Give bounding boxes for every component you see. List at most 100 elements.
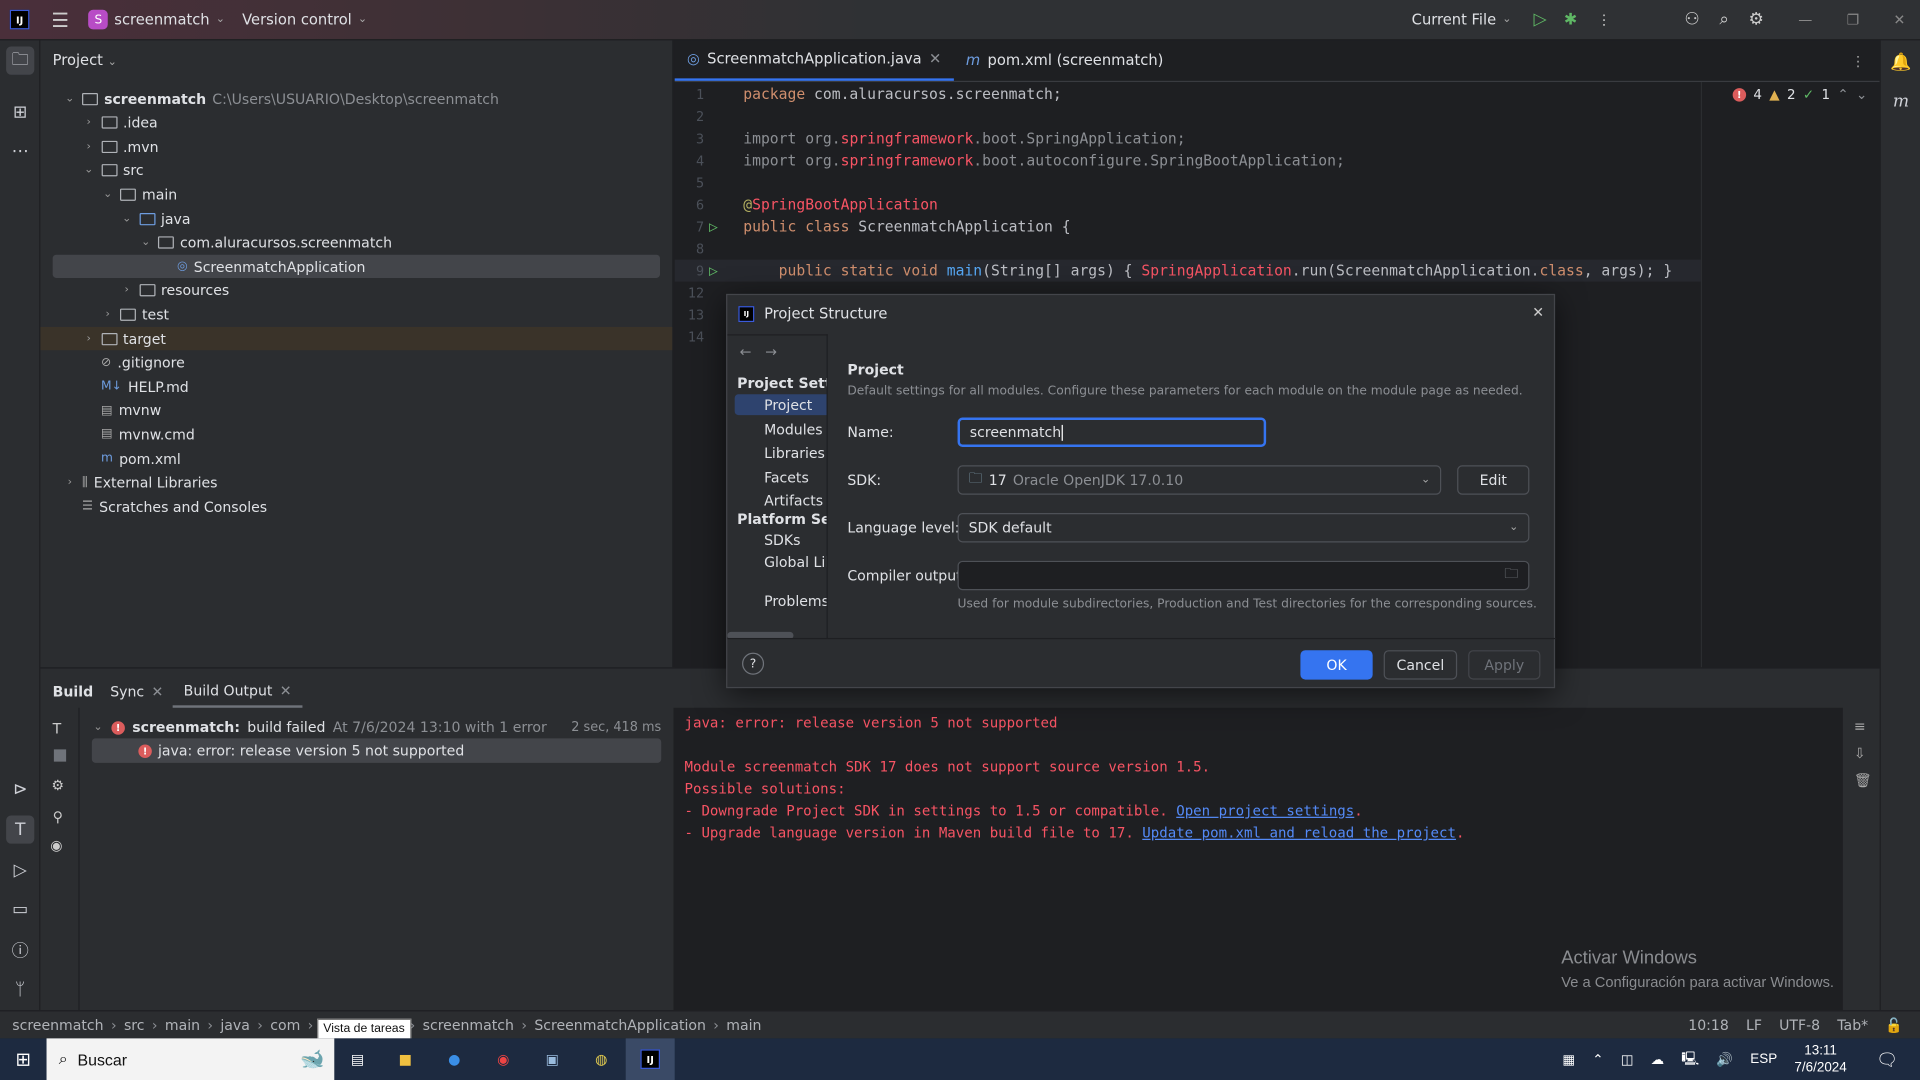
taskbar-search[interactable]: ⌕ Buscar 🐋 (46, 1038, 335, 1080)
run-icon[interactable]: ▷ (1534, 10, 1547, 30)
stop-icon[interactable] (53, 749, 67, 762)
indent-setting[interactable]: Tab* (1837, 1016, 1868, 1033)
tab-sync[interactable]: Sync ✕ (110, 676, 163, 708)
settings-icon[interactable]: ⚙ (1749, 10, 1764, 30)
forward-icon[interactable]: → (765, 343, 777, 360)
compiler-output-input[interactable]: 🗀 (957, 560, 1530, 591)
build-tool-icon[interactable]: T (6, 815, 35, 844)
code-text[interactable]: @SpringBootApplication (743, 196, 938, 213)
tree-item[interactable]: ⌄ com.aluracursos.screenmatch (53, 231, 660, 254)
intellij-logo-icon[interactable]: IJ (9, 9, 30, 30)
close-tab-icon[interactable]: ✕ (151, 683, 163, 700)
build-error-row[interactable]: ! java: error: release version 5 not supp… (91, 738, 662, 763)
network-icon[interactable]: 🖳 (1681, 1048, 1699, 1071)
close-tab-icon[interactable]: ✕ (280, 682, 292, 699)
code-text[interactable]: import org.springframework.boot.autoconf… (743, 152, 1345, 169)
tree-item[interactable]: ⌄ screenmatch C:\Users\USUARIO\Desktop\scr… (53, 87, 660, 110)
clock[interactable]: 13:11 7/6/2024 (1794, 1042, 1846, 1076)
chevron-down-icon[interactable]: ⌄ (83, 164, 95, 176)
close-window-button[interactable]: ✕ (1894, 11, 1906, 28)
code-text[interactable]: public class ScreenmatchApplication { (743, 218, 1070, 235)
tree-item[interactable]: › ⫼ External Libraries (53, 471, 660, 494)
file-explorer-icon[interactable]: ■ (381, 1051, 430, 1068)
nav-project[interactable]: Project (764, 397, 812, 414)
main-menu-icon[interactable]: ☰ (51, 8, 69, 31)
update-pom-link[interactable]: Update pom.xml and reload the project (1142, 824, 1456, 841)
minimize-button[interactable]: — (1798, 11, 1812, 28)
nav-artifacts[interactable]: Artifacts (764, 492, 823, 509)
nav-problems[interactable]: Problems (764, 593, 826, 610)
name-input[interactable]: screenmatch (957, 417, 1267, 447)
breadcrumb-item[interactable]: main (165, 1016, 200, 1033)
input-language[interactable]: ESP (1750, 1052, 1777, 1067)
code-text[interactable]: import org.springframework.boot.SpringAp… (743, 130, 1185, 147)
tray-expand-icon[interactable]: ⌃ (1592, 1051, 1603, 1067)
file-encoding[interactable]: UTF-8 (1779, 1016, 1820, 1033)
chevron-right-icon[interactable]: › (102, 308, 114, 320)
chrome-icon[interactable]: ◉ (479, 1051, 528, 1068)
prev-highlight-icon[interactable]: ⌃ (1837, 87, 1848, 103)
caret-position[interactable]: 10:18 (1688, 1016, 1729, 1033)
code-text[interactable]: package com.aluracursos.screenmatch; (743, 86, 1061, 103)
nav-global-libraries[interactable]: Global Libraries (764, 553, 826, 570)
services-icon[interactable]: ⊳ (6, 775, 34, 803)
vcs-menu[interactable]: Version control ⌄ (242, 11, 367, 28)
tree-item[interactable]: m pom.xml (53, 447, 660, 470)
breadcrumb-item[interactable]: java (220, 1016, 250, 1033)
run-gutter-icon[interactable]: ▷ (709, 218, 718, 235)
view-options-icon[interactable]: ◉ (50, 836, 62, 853)
run-tool-icon[interactable]: ▷ (6, 856, 34, 884)
more-icon[interactable]: ⋮ (1597, 11, 1611, 28)
project-panel-title[interactable]: Project ⌄ (53, 51, 117, 68)
next-highlight-icon[interactable]: ⌄ (1856, 87, 1867, 103)
pin-icon[interactable]: ⚲ (53, 808, 63, 825)
code-text[interactable]: public static void main(String[] args) {… (743, 262, 1673, 279)
close-dialog-button[interactable]: ✕ (1532, 304, 1544, 321)
more-tools-icon[interactable]: ⋯ (6, 137, 34, 165)
breadcrumb-item[interactable]: ScreenmatchApplication (534, 1016, 706, 1033)
sdk-dropdown[interactable]: 🗀 17 Oracle OpenJDK 17.0.10 ⌄ (957, 465, 1442, 495)
action-center-icon[interactable]: 🗨 (1876, 1049, 1898, 1070)
tab-build-output[interactable]: Build Output ✕ (172, 676, 303, 708)
lock-icon[interactable]: 🔓 (1885, 1016, 1903, 1033)
tree-item[interactable]: › target (40, 326, 673, 351)
breadcrumb-item[interactable]: src (124, 1016, 145, 1033)
remote-desktop-icon[interactable]: ▣ (528, 1051, 577, 1068)
tree-item[interactable]: ▤ mvnw (53, 399, 660, 422)
tab-options-icon[interactable]: ⋮ (1851, 52, 1865, 69)
intellij-taskbar-icon[interactable]: IJ (625, 1038, 675, 1080)
thunderbird-icon[interactable]: ● (430, 1051, 479, 1068)
open-project-settings-link[interactable]: Open project settings (1176, 802, 1354, 819)
breadcrumb-item[interactable]: screenmatch (12, 1016, 103, 1033)
chevron-down-icon[interactable]: ⌄ (102, 188, 114, 200)
tree-item[interactable]: ⌄ src (53, 159, 660, 182)
tree-item[interactable]: › .mvn (53, 135, 660, 158)
tree-item[interactable]: › test (53, 303, 660, 326)
chevron-down-icon[interactable]: ⌄ (64, 92, 76, 104)
git-icon[interactable]: ᛘ (6, 975, 34, 1003)
nav-modules[interactable]: Modules (764, 421, 823, 438)
apply-button[interactable]: Apply (1468, 650, 1541, 680)
terminal-icon[interactable]: ▭ (6, 895, 34, 923)
project-tool-icon[interactable]: 🗀 (6, 46, 35, 75)
nav-libraries[interactable]: Libraries (764, 444, 825, 461)
tree-item[interactable]: ⌄ main (53, 183, 660, 206)
notifications-icon[interactable]: 🔔 (1887, 48, 1915, 76)
chevron-right-icon[interactable]: › (83, 332, 95, 344)
tree-item[interactable]: ▤ mvnw.cmd (53, 423, 660, 446)
nav-sdks[interactable]: SDKs (764, 531, 800, 548)
debug-icon[interactable]: ✱ (1564, 10, 1577, 28)
tree-item[interactable]: › .idea (53, 111, 660, 134)
breadcrumb-item[interactable]: com (270, 1016, 300, 1033)
add-user-icon[interactable]: ⚇ (1684, 10, 1699, 30)
inspection-widget[interactable]: ! 4 ▲ 2 ✓ 1 ⌃ ⌄ (1732, 87, 1867, 103)
camera-icon[interactable]: ◫ (1621, 1051, 1634, 1067)
back-icon[interactable]: ← (740, 343, 752, 360)
language-level-dropdown[interactable]: SDK default ⌄ (957, 513, 1530, 543)
cancel-button[interactable]: Cancel (1383, 650, 1458, 680)
tree-item[interactable]: ☰ Scratches and Consoles (53, 495, 660, 518)
project-selector[interactable]: Sscreenmatch ⌄ (88, 9, 225, 30)
tab-pom-xml[interactable]: m pom.xml (screenmatch) (954, 39, 1176, 81)
close-tab-icon[interactable]: ✕ (929, 50, 941, 67)
nav-facets[interactable]: Facets (764, 468, 809, 485)
